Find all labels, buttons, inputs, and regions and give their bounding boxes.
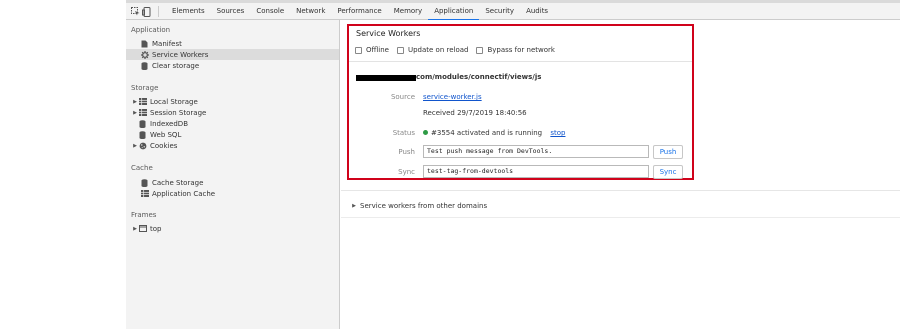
application-sidebar: Application Manifest Service Workers Cle… [126,20,340,329]
sidebar-item-cookies[interactable]: ▶ Cookies [126,140,339,151]
bypass-for-network-checkbox[interactable]: Bypass for network [476,46,555,54]
divider [349,61,692,62]
database-icon [140,178,149,187]
checkbox-label: Bypass for network [487,46,555,54]
source-link[interactable]: service-worker.js [423,93,482,101]
grid-icon [138,97,147,106]
push-label: Push [398,148,415,156]
divider [341,190,900,191]
tab-elements[interactable]: Elements [166,3,211,20]
sidebar-item-label: Web SQL [150,130,182,139]
source-label: Source [390,93,415,101]
grid-icon [138,108,147,117]
sidebar-item-label: Local Storage [150,97,198,106]
status-text: #3554 activated and is running [431,129,543,137]
devtools-window: Elements Sources Console Network Perform… [126,0,900,329]
worker-scope-url: com/modules/connectif/views/js [416,73,542,81]
other-domains-toggle[interactable]: ▶ Service workers from other domains [351,202,487,210]
sidebar-item-label: Cache Storage [152,178,204,187]
offline-checkbox[interactable]: Offline [355,46,389,54]
tab-application[interactable]: Application [428,3,480,21]
tab-memory[interactable]: Memory [388,3,428,20]
service-workers-panel: Service Workers Offline Update on reload… [341,20,900,329]
status-dot-icon [423,129,428,135]
database-icon [138,119,147,128]
other-domains-label: Service workers from other domains [360,202,488,210]
tab-audits[interactable]: Audits [520,3,554,20]
devtools-tab-bar: Elements Sources Console Network Perform… [126,3,900,21]
sidebar-item-label: Application Cache [152,189,216,198]
sync-label: Sync [398,168,415,176]
sidebar-header-storage: Storage [131,84,159,92]
sidebar-item-frame-top[interactable]: ▶ top [126,223,339,234]
grid-icon [140,189,149,198]
update-on-reload-checkbox[interactable]: Update on reload [396,46,469,54]
sidebar-item-clear-storage[interactable]: Clear storage [126,60,339,71]
element-picker-icon[interactable] [130,3,141,20]
status-label: Status [392,129,415,137]
sidebar-item-label: Service Workers [152,50,209,59]
database-icon [138,130,147,139]
document-icon [140,39,149,48]
sidebar-item-label: Manifest [152,39,182,48]
divider [341,217,900,218]
cookie-icon [138,141,147,150]
tab-separator [158,6,159,17]
sidebar-item-label: Clear storage [152,61,200,70]
sidebar-item-label: Cookies [150,141,178,150]
service-worker-highlight-box: Service Workers Offline Update on reload… [347,24,694,180]
sidebar-item-label: top [150,224,162,233]
sidebar-item-label: IndexedDB [150,119,188,128]
sidebar-item-label: Session Storage [150,108,207,117]
redacted-domain [356,75,416,81]
status-value: #3554 activated and is running stop [423,129,565,137]
push-button[interactable]: Push [653,145,683,159]
tab-performance[interactable]: Performance [331,3,387,20]
sidebar-item-local-storage[interactable]: ▶ Local Storage [126,96,339,107]
sidebar-item-session-storage[interactable]: ▶ Session Storage [126,107,339,118]
sidebar-item-application-cache[interactable]: Application Cache [126,188,339,199]
received-timestamp: Received 29/7/2019 18:40:56 [423,109,527,117]
expand-triangle-icon[interactable]: ▶ [351,203,357,209]
checkbox-box[interactable] [476,46,484,54]
frame-icon [138,224,147,233]
sidebar-item-web-sql[interactable]: Web SQL [126,129,339,140]
tab-console[interactable]: Console [250,3,290,20]
sidebar-header-application: Application [131,26,171,34]
sidebar-item-cache-storage[interactable]: Cache Storage [126,177,339,188]
sidebar-item-service-workers[interactable]: Service Workers [126,49,339,60]
checkbox-box[interactable] [355,46,362,54]
database-icon [140,61,149,70]
service-worker-options: Offline Update on reload Bypass for netw… [355,45,563,55]
sidebar-header-frames: Frames [131,211,157,219]
checkbox-label: Update on reload [407,46,469,54]
sidebar-item-manifest[interactable]: Manifest [126,38,339,49]
sync-button[interactable]: Sync [653,165,683,179]
checkbox-label: Offline [366,46,389,54]
sidebar-header-cache: Cache [131,164,153,172]
device-toolbar-icon[interactable] [141,3,152,20]
sync-input[interactable]: test-tag-from-devtools [423,165,649,178]
push-input[interactable]: Test push message from DevTools. [423,145,649,158]
page-title: Service Workers [356,29,421,38]
tab-security[interactable]: Security [479,3,520,20]
sidebar-item-indexeddb[interactable]: IndexedDB [126,118,339,129]
stop-link[interactable]: stop [550,129,565,137]
tab-sources[interactable]: Sources [211,3,251,20]
gear-icon [140,50,149,59]
checkbox-box[interactable] [396,46,404,54]
tab-network[interactable]: Network [290,3,331,20]
